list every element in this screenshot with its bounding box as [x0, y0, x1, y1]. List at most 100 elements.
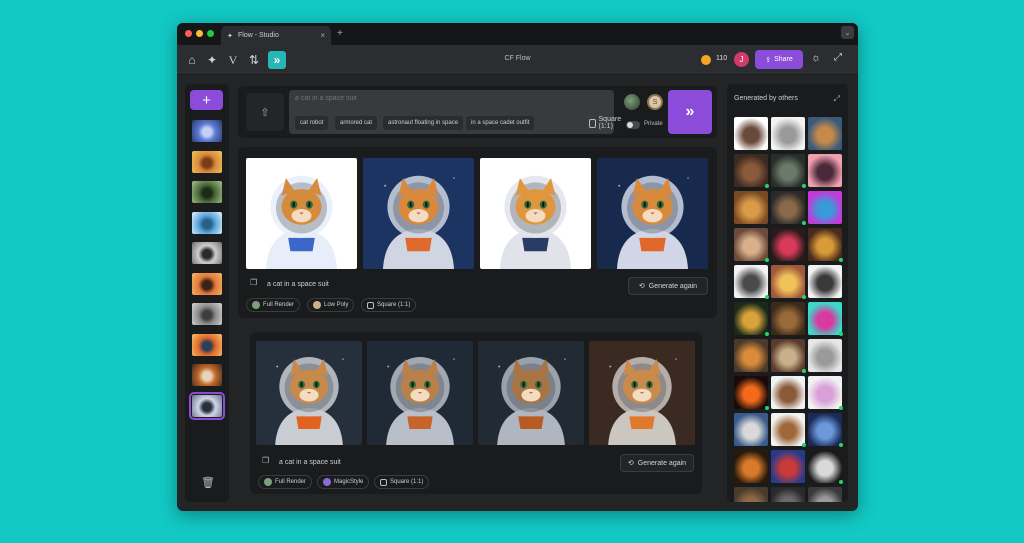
online-indicator: [839, 406, 843, 410]
history-thumbnail[interactable]: [192, 120, 222, 142]
theme-toggle-icon[interactable]: ☼: [811, 52, 821, 64]
community-thumbnail[interactable]: [734, 413, 768, 446]
style-tag[interactable]: Square (1:1): [361, 298, 417, 312]
tab-title: Flow - Studio: [238, 32, 279, 39]
user-avatar[interactable]: J: [734, 52, 749, 67]
share-label: Share: [774, 56, 793, 63]
new-tab-button[interactable]: +: [337, 28, 343, 39]
community-thumbnail[interactable]: [734, 228, 769, 262]
generate-again-button[interactable]: ⟲ Generate again: [628, 277, 708, 295]
share-button[interactable]: ⇪ Share: [755, 50, 803, 69]
minimize-window-button[interactable]: [196, 30, 203, 37]
community-thumbnail[interactable]: [771, 191, 806, 225]
suggestion-chip[interactable]: cat robot: [295, 116, 329, 130]
sparkle-icon[interactable]: ✦: [203, 51, 221, 69]
home-icon[interactable]: ⌂: [183, 51, 201, 69]
community-thumbnail[interactable]: [771, 450, 805, 483]
new-generation-button[interactable]: +: [190, 90, 223, 110]
community-thumbnail[interactable]: [734, 265, 769, 299]
community-thumbnail[interactable]: [734, 117, 768, 150]
community-thumbnail[interactable]: [734, 487, 768, 502]
expand-icon[interactable]: ⤢: [834, 94, 840, 104]
history-thumbnail[interactable]: [192, 211, 222, 234]
v-icon[interactable]: V: [224, 51, 242, 69]
generate-again-button[interactable]: ⟲ Generate again: [620, 454, 694, 472]
tag-label: Square (1:1): [390, 479, 424, 485]
generated-image[interactable]: [597, 158, 708, 269]
generated-image[interactable]: [246, 158, 357, 269]
community-thumbnail[interactable]: [771, 413, 806, 447]
community-thumbnail[interactable]: [771, 154, 806, 188]
community-thumbnail[interactable]: [734, 191, 768, 224]
community-thumbnail[interactable]: [808, 450, 843, 484]
style-tag[interactable]: Full Render: [246, 298, 301, 312]
maximize-window-button[interactable]: [207, 30, 214, 37]
community-thumbnail[interactable]: [771, 302, 805, 335]
flow-icon[interactable]: »: [268, 51, 286, 69]
history-thumbnail[interactable]: [192, 242, 222, 264]
community-thumbnail[interactable]: [771, 487, 805, 502]
trash-icon[interactable]: 🗑: [201, 476, 215, 489]
community-thumbnail[interactable]: [808, 302, 843, 336]
browser-tab[interactable]: ✦ Flow - Studio ×: [221, 26, 331, 45]
history-thumbnail[interactable]: [192, 272, 222, 295]
community-thumbnail[interactable]: [734, 302, 769, 336]
generated-image[interactable]: [256, 341, 362, 445]
community-thumbnail[interactable]: [808, 339, 842, 372]
style-tag[interactable]: Full Render: [258, 475, 313, 489]
history-thumbnail[interactable]: [192, 181, 222, 203]
tab-close-icon[interactable]: ×: [320, 31, 325, 40]
copy-icon[interactable]: ❐: [262, 456, 269, 465]
community-thumbnail[interactable]: [808, 413, 843, 447]
private-label: Private: [644, 121, 663, 127]
community-thumbnail[interactable]: [808, 376, 843, 410]
style-tag[interactable]: Low Poly: [307, 298, 355, 312]
tag-label: Low Poly: [324, 302, 349, 308]
fullscreen-icon[interactable]: ⤢: [834, 52, 842, 63]
style-tag[interactable]: Square (1:1): [374, 475, 430, 489]
suggestion-chip[interactable]: armored cat: [335, 116, 378, 130]
community-thumbnail[interactable]: [734, 450, 768, 483]
community-thumbnail[interactable]: [734, 154, 769, 188]
model-avatar[interactable]: [624, 94, 640, 110]
tab-menu-button[interactable]: ⌄: [841, 26, 854, 39]
generated-image[interactable]: [589, 341, 695, 445]
history-thumbnail[interactable]: [192, 150, 222, 173]
aspect-ratio-label: Square (1:1): [598, 116, 622, 130]
favicon-icon: ✦: [227, 33, 233, 40]
main-content: + 🗑 ⇧ cat robot armored cat astronaut fl…: [177, 75, 858, 511]
sort-icon[interactable]: ⇅: [245, 51, 263, 69]
community-thumbnail[interactable]: [808, 265, 842, 298]
community-thumbnail[interactable]: [808, 487, 842, 502]
community-thumbnail[interactable]: [734, 339, 768, 372]
community-thumbnail[interactable]: [771, 117, 805, 150]
close-window-button[interactable]: [185, 30, 192, 37]
community-thumbnail[interactable]: [771, 228, 805, 261]
community-thumbnail[interactable]: [808, 117, 842, 150]
community-thumbnail[interactable]: [808, 191, 842, 224]
copy-icon[interactable]: ❐: [250, 278, 257, 287]
suggestion-chip[interactable]: astronaut floating in space: [383, 116, 464, 130]
history-thumbnail[interactable]: [192, 303, 222, 325]
generate-button[interactable]: »: [668, 90, 712, 134]
community-thumbnail[interactable]: [771, 376, 805, 409]
history-thumbnail[interactable]: [189, 391, 225, 420]
prompt-box: cat robot armored cat astronaut floating…: [289, 90, 632, 134]
generated-image[interactable]: [478, 341, 584, 445]
community-thumbnail[interactable]: [734, 376, 769, 410]
prompt-input[interactable]: [295, 95, 595, 102]
style-tag[interactable]: MagicStyle: [317, 475, 370, 489]
history-thumbnail[interactable]: [192, 364, 222, 386]
generated-image[interactable]: [480, 158, 591, 269]
private-toggle[interactable]: [626, 121, 640, 129]
community-thumbnail[interactable]: [808, 228, 843, 262]
generated-image[interactable]: [367, 341, 473, 445]
generated-image[interactable]: [363, 158, 474, 269]
community-thumbnail[interactable]: [808, 154, 842, 187]
style-avatar[interactable]: S: [647, 94, 663, 110]
history-thumbnail[interactable]: [192, 333, 222, 356]
community-thumbnail[interactable]: [771, 339, 806, 373]
community-thumbnail[interactable]: [771, 265, 806, 299]
suggestion-chip[interactable]: in a space cadet outfit: [466, 116, 535, 130]
upload-image-button[interactable]: ⇧: [246, 93, 284, 131]
